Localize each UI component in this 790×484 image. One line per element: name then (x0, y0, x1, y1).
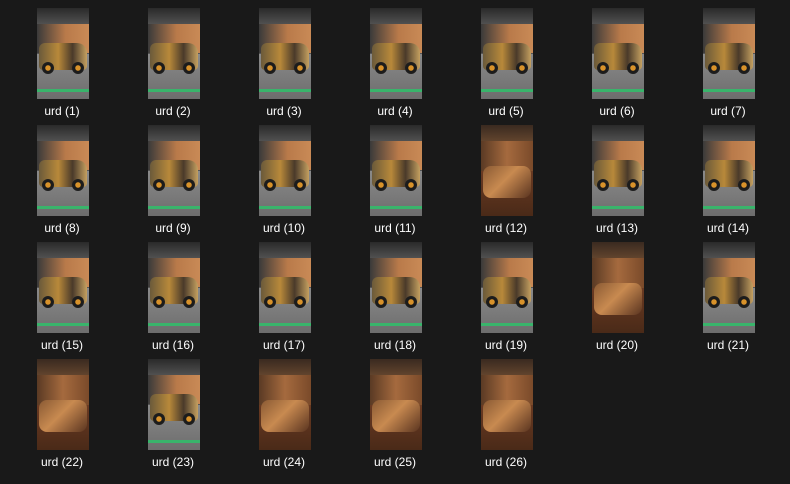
file-item[interactable]: urd (18) (345, 242, 445, 354)
file-item[interactable]: urd (25) (345, 359, 445, 471)
file-name-label[interactable]: urd (4) (345, 103, 445, 119)
file-thumbnail[interactable] (148, 359, 200, 450)
file-thumbnail[interactable] (592, 242, 644, 333)
file-thumbnail[interactable] (703, 125, 755, 216)
file-name-label[interactable]: urd (8) (12, 220, 112, 236)
file-item[interactable]: urd (5) (456, 8, 556, 120)
file-thumbnail[interactable] (703, 8, 755, 99)
file-name-label[interactable]: urd (6) (567, 103, 667, 119)
file-item[interactable]: urd (11) (345, 125, 445, 237)
file-item[interactable]: urd (12) (456, 125, 556, 237)
file-thumbnail[interactable] (148, 242, 200, 333)
file-name-label[interactable]: urd (22) (12, 454, 112, 470)
file-thumbnail[interactable] (481, 125, 533, 216)
file-name-label[interactable]: urd (2) (123, 103, 223, 119)
file-name-label[interactable]: urd (1) (12, 103, 112, 119)
file-item[interactable]: urd (2) (123, 8, 223, 120)
file-item[interactable]: urd (7) (678, 8, 778, 120)
file-item[interactable]: urd (3) (234, 8, 334, 120)
file-thumbnail[interactable] (259, 359, 311, 450)
file-item[interactable]: urd (4) (345, 8, 445, 120)
file-thumbnail[interactable] (259, 8, 311, 99)
file-item[interactable]: urd (24) (234, 359, 334, 471)
file-name-label[interactable]: urd (5) (456, 103, 556, 119)
file-item[interactable]: urd (16) (123, 242, 223, 354)
file-thumbnail[interactable] (370, 125, 422, 216)
file-name-label[interactable]: urd (11) (345, 220, 445, 236)
file-thumbnail[interactable] (481, 359, 533, 450)
file-thumbnail[interactable] (259, 125, 311, 216)
file-name-label[interactable]: urd (14) (678, 220, 778, 236)
file-name-label[interactable]: urd (21) (678, 337, 778, 353)
file-item[interactable]: urd (20) (567, 242, 667, 354)
file-item[interactable]: urd (6) (567, 8, 667, 120)
file-name-label[interactable]: urd (26) (456, 454, 556, 470)
file-thumbnail[interactable] (370, 359, 422, 450)
file-item[interactable]: urd (23) (123, 359, 223, 471)
file-thumbnail[interactable] (37, 359, 89, 450)
file-thumbnail[interactable] (592, 8, 644, 99)
file-name-label[interactable]: urd (13) (567, 220, 667, 236)
file-thumbnail[interactable] (37, 242, 89, 333)
file-name-label[interactable]: urd (24) (234, 454, 334, 470)
file-name-label[interactable]: urd (17) (234, 337, 334, 353)
file-item[interactable]: urd (1) (12, 8, 112, 120)
file-thumbnail[interactable] (148, 8, 200, 99)
file-name-label[interactable]: urd (3) (234, 103, 334, 119)
file-name-label[interactable]: urd (16) (123, 337, 223, 353)
file-item[interactable]: urd (13) (567, 125, 667, 237)
file-thumbnail[interactable] (592, 125, 644, 216)
file-name-label[interactable]: urd (7) (678, 103, 778, 119)
file-thumbnail[interactable] (370, 8, 422, 99)
file-thumbnail[interactable] (481, 242, 533, 333)
file-name-label[interactable]: urd (12) (456, 220, 556, 236)
file-name-label[interactable]: urd (23) (123, 454, 223, 470)
file-thumbnail[interactable] (259, 242, 311, 333)
file-name-label[interactable]: urd (19) (456, 337, 556, 353)
file-item[interactable]: urd (19) (456, 242, 556, 354)
file-name-label[interactable]: urd (25) (345, 454, 445, 470)
file-item[interactable]: urd (21) (678, 242, 778, 354)
file-thumbnail[interactable] (148, 125, 200, 216)
file-item[interactable]: urd (26) (456, 359, 556, 471)
file-thumbnail[interactable] (481, 8, 533, 99)
file-thumbnail-grid: urd (1) urd (2) urd (3) urd (4) urd (5) urd (… (0, 0, 790, 484)
file-thumbnail[interactable] (370, 242, 422, 333)
file-name-label[interactable]: urd (10) (234, 220, 334, 236)
file-item[interactable]: urd (9) (123, 125, 223, 237)
file-thumbnail[interactable] (703, 242, 755, 333)
file-thumbnail[interactable] (37, 8, 89, 99)
file-item[interactable]: urd (17) (234, 242, 334, 354)
file-name-label[interactable]: urd (9) (123, 220, 223, 236)
file-name-label[interactable]: urd (15) (12, 337, 112, 353)
file-item[interactable]: urd (8) (12, 125, 112, 237)
file-item[interactable]: urd (14) (678, 125, 778, 237)
file-item[interactable]: urd (22) (12, 359, 112, 471)
file-item[interactable]: urd (10) (234, 125, 334, 237)
file-name-label[interactable]: urd (18) (345, 337, 445, 353)
file-thumbnail[interactable] (37, 125, 89, 216)
file-name-label[interactable]: urd (20) (567, 337, 667, 353)
file-item[interactable]: urd (15) (12, 242, 112, 354)
